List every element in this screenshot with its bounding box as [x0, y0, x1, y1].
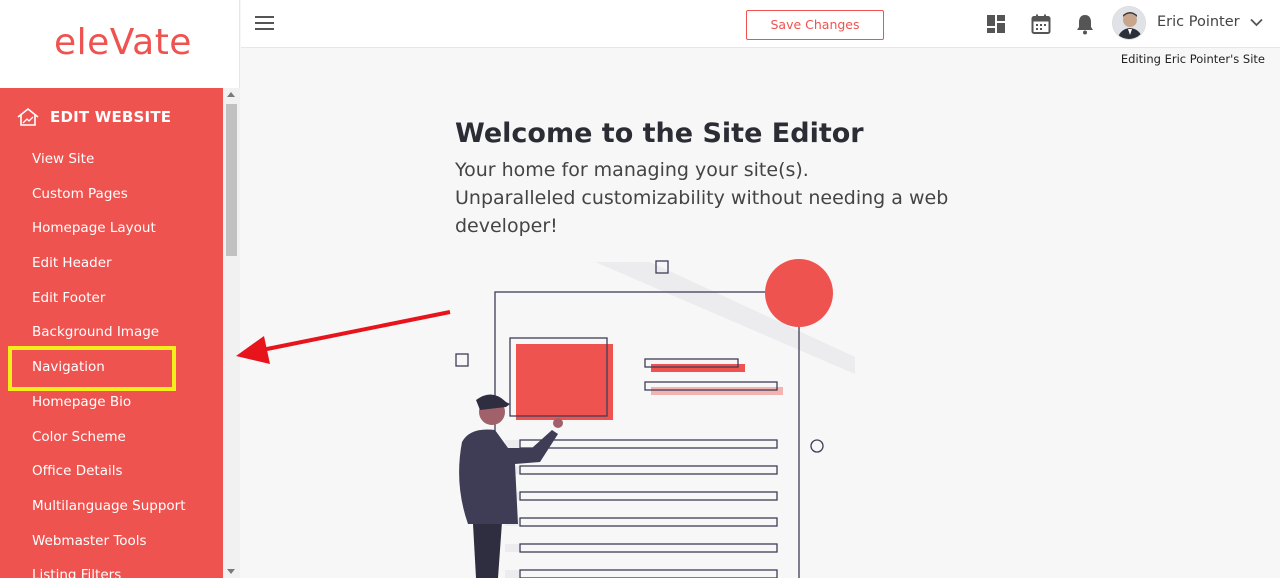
sidebar-item-edit-header[interactable]: Edit Header [0, 246, 223, 281]
menu-icon[interactable] [255, 16, 274, 30]
subtitle-line-2: Unparalleled customizability without nee… [455, 187, 949, 237]
bell-icon[interactable] [1074, 13, 1096, 35]
sidebar-item-background-image[interactable]: Background Image [0, 315, 223, 350]
topbar: Save Changes Eric Pointer [241, 0, 1280, 48]
logo[interactable]: eleVate [54, 22, 192, 63]
sidebar-item-multilanguage-support[interactable]: Multilanguage Support [0, 489, 223, 524]
scroll-thumb[interactable] [226, 104, 237, 256]
sidebar-item-listing-filters[interactable]: Listing Filters [0, 558, 223, 578]
sidebar-item-navigation[interactable]: Navigation [0, 350, 223, 385]
user-name[interactable]: Eric Pointer [1157, 14, 1240, 30]
page-subtitle: Your home for managing your site(s). Unp… [455, 156, 975, 240]
sidebar-item-homepage-layout[interactable]: Homepage Layout [0, 211, 223, 246]
sidebar-item-view-site[interactable]: View Site [0, 142, 223, 177]
sidebar-item-office-details[interactable]: Office Details [0, 454, 223, 489]
sidebar-item-custom-pages[interactable]: Custom Pages [0, 177, 223, 212]
save-changes-button[interactable]: Save Changes [746, 10, 884, 40]
scroll-down-arrow-icon[interactable] [227, 569, 235, 574]
scroll-up-arrow-icon[interactable] [227, 92, 235, 97]
sidebar-item-webmaster-tools[interactable]: Webmaster Tools [0, 524, 223, 559]
editing-site-note: Editing Eric Pointer's Site [1120, 52, 1265, 66]
sidebar-menu: View Site Custom Pages Homepage Layout E… [0, 142, 223, 578]
home-edit-icon [17, 107, 39, 126]
sidebar-item-color-scheme[interactable]: Color Scheme [0, 420, 223, 455]
sidebar-header[interactable]: EDIT WEBSITE [16, 106, 171, 128]
site-editor-illustration [455, 259, 855, 578]
calendar-icon[interactable] [1030, 13, 1052, 35]
logo-area: eleVate [0, 0, 240, 88]
annotation-arrow [236, 310, 451, 364]
sidebar-item-homepage-bio[interactable]: Homepage Bio [0, 385, 223, 420]
sidebar-item-edit-footer[interactable]: Edit Footer [0, 281, 223, 316]
page-title: Welcome to the Site Editor [455, 118, 864, 149]
subtitle-line-1: Your home for managing your site(s). [455, 159, 809, 181]
avatar[interactable] [1112, 6, 1146, 40]
chevron-down-icon[interactable] [1250, 18, 1263, 27]
user-photo-icon [1113, 7, 1145, 39]
dashboard-icon[interactable] [985, 13, 1007, 35]
sidebar-title: EDIT WEBSITE [50, 108, 172, 126]
sidebar: EDIT WEBSITE View Site Custom Pages Home… [0, 88, 223, 578]
